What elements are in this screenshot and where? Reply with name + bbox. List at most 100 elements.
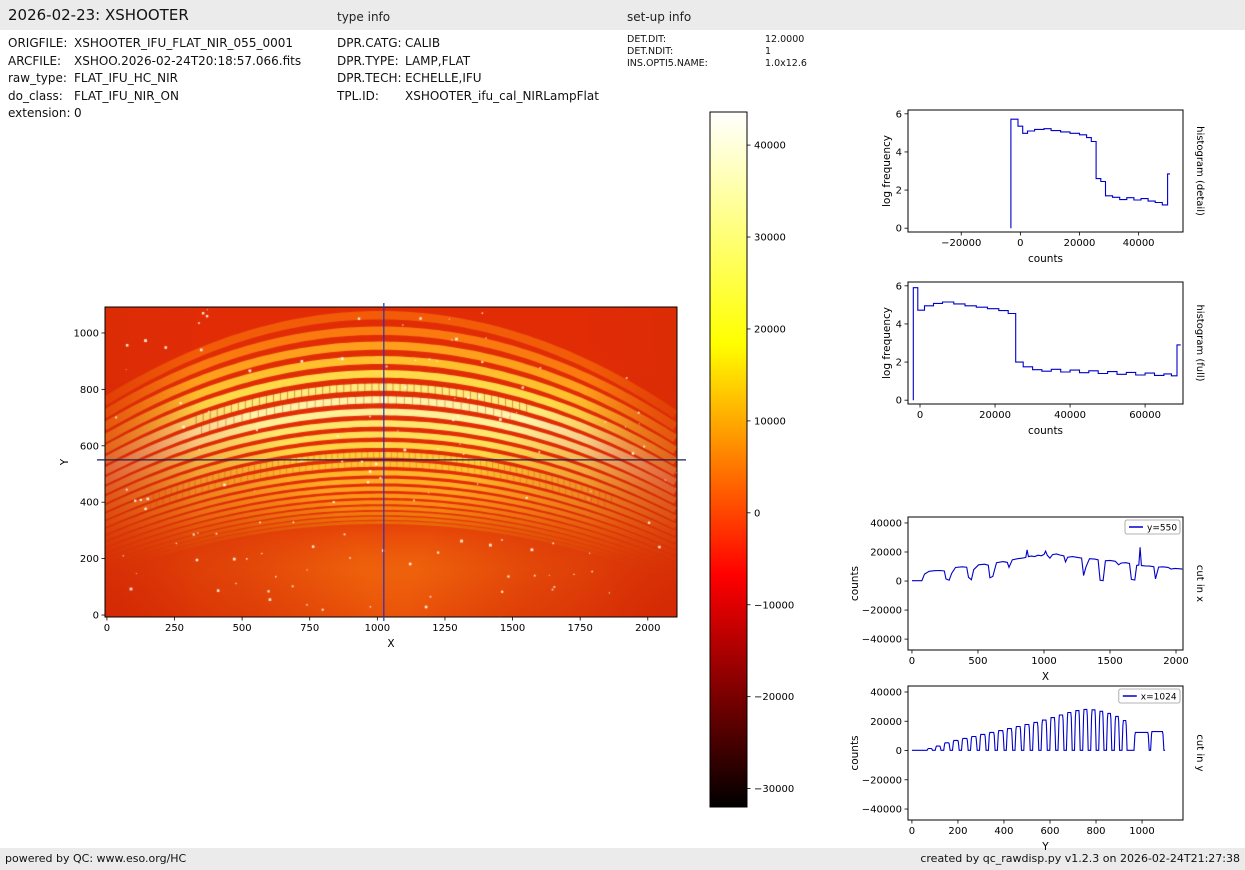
- field-value: FLAT_IFU_HC_NIR: [74, 70, 178, 88]
- y-tick-label: −40000: [862, 635, 902, 646]
- y-tick-label: 0: [896, 746, 902, 757]
- file-info-row: ORIGFILE:XSHOOTER_IFU_FLAT_NIR_055_0001: [8, 35, 301, 53]
- y-tick-label: −40000: [862, 805, 902, 816]
- x-tick-label: 250: [165, 623, 184, 634]
- y-tick-label: 40000: [870, 687, 902, 698]
- y-tick-label: 4: [896, 319, 902, 330]
- field-label: DPR.CATG:: [337, 35, 405, 53]
- colorbar-tick-label: 30000: [754, 233, 786, 244]
- type-info-row: DPR.TYPE:LAMP,FLAT: [337, 53, 599, 71]
- field-value: FLAT_IFU_NIR_ON: [74, 88, 179, 106]
- setup-info-block: DET.DIT:12.0000 DET.NDIT:1 INS.OPTI5.NAM…: [627, 34, 807, 70]
- plot-frame: [908, 282, 1183, 404]
- y-tick-label: 20000: [870, 547, 902, 558]
- legend: [1125, 520, 1180, 534]
- file-info-row: ARCFILE:XSHOO.2026-02-24T20:18:57.066.fi…: [8, 53, 301, 71]
- colorbar-tick-label: −10000: [754, 600, 794, 611]
- x-axis-label: counts: [1028, 253, 1063, 265]
- x-tick-label: 1250: [432, 623, 457, 634]
- x-tick-label: 0: [1017, 238, 1023, 249]
- plot-frame: [908, 517, 1183, 650]
- field-label: INS.OPTI5.NAME:: [627, 58, 765, 70]
- type-info-row: DPR.CATG:CALIB: [337, 35, 599, 53]
- cut-in-x-panel: [855, 508, 1210, 688]
- right-axis-label: cut in x: [1194, 565, 1205, 602]
- y-axis-label: log frequency: [881, 135, 893, 207]
- x-tick-label: −20000: [941, 238, 981, 249]
- field-label: ARCFILE:: [8, 53, 74, 71]
- colorbar-panel: [705, 105, 805, 815]
- x-tick-label: 600: [1040, 826, 1059, 837]
- y-axis-label: Y: [59, 458, 71, 466]
- colorbar-tick-label: 40000: [754, 141, 786, 152]
- x-tick-label: 60000: [1129, 410, 1161, 421]
- field-value: ECHELLE,IFU: [405, 70, 482, 88]
- colorbar-tick-label: 20000: [754, 324, 786, 335]
- y-axis-label: log frequency: [881, 307, 893, 379]
- type-info-row: TPL.ID:XSHOOTER_ifu_cal_NIRLampFlat: [337, 88, 599, 106]
- field-value: XSHOO.2026-02-24T20:18:57.066.fits: [74, 53, 301, 71]
- right-axis-label: histogram (full): [1194, 304, 1205, 381]
- legend-label: y=550: [1147, 524, 1177, 534]
- colorbar-tick-label: −20000: [754, 692, 794, 703]
- file-info-row: extension:0: [8, 105, 301, 123]
- legend: [1119, 689, 1180, 703]
- x-tick-label: 800: [1086, 826, 1105, 837]
- x-tick-label: 400: [994, 826, 1013, 837]
- right-axis-label: cut in y: [1194, 734, 1205, 771]
- file-info-block: ORIGFILE:XSHOOTER_IFU_FLAT_NIR_055_0001 …: [8, 35, 301, 123]
- setup-info-row: DET.NDIT:1: [627, 46, 807, 58]
- file-info-row: raw_type:FLAT_IFU_HC_NIR: [8, 70, 301, 88]
- field-label: TPL.ID:: [337, 88, 405, 106]
- x-tick-label: 1000: [1129, 826, 1154, 837]
- x-tick-label: 0: [104, 623, 110, 634]
- footer-created-by: created by qc_rawdisp.py v1.2.3 on 2026-…: [920, 848, 1240, 870]
- y-tick-label: 0: [896, 224, 902, 235]
- x-tick-label: 1500: [1097, 656, 1122, 667]
- field-label: DPR.TYPE:: [337, 53, 405, 71]
- type-info-block: DPR.CATG:CALIB DPR.TYPE:LAMP,FLAT DPR.TE…: [337, 35, 599, 105]
- series-line: [912, 709, 1165, 750]
- x-tick-label: 2000: [635, 623, 660, 634]
- x-tick-label: 1000: [365, 623, 390, 634]
- field-value: XSHOOTER_IFU_FLAT_NIR_055_0001: [74, 35, 293, 53]
- y-tick-label: −20000: [862, 775, 902, 786]
- colorbar-tick-label: 10000: [754, 416, 786, 427]
- field-value: 12.0000: [765, 34, 804, 46]
- x-tick-label: 1000: [1031, 656, 1056, 667]
- field-label: raw_type:: [8, 70, 74, 88]
- field-value: LAMP,FLAT: [405, 53, 470, 71]
- y-tick-label: 0: [896, 577, 902, 588]
- y-tick-label: 200: [80, 554, 99, 565]
- x-tick-label: 0: [909, 826, 915, 837]
- y-axis-label: counts: [849, 566, 861, 601]
- series-line: [913, 288, 1180, 401]
- y-tick-label: 6: [896, 109, 902, 120]
- x-tick-label: 20000: [979, 410, 1011, 421]
- x-tick-label: 20000: [1064, 238, 1096, 249]
- field-label: do_class:: [8, 88, 74, 106]
- x-tick-label: 0: [917, 410, 923, 421]
- field-label: extension:: [8, 105, 74, 123]
- right-axis-label: histogram (detail): [1194, 126, 1205, 216]
- plot-frame: [908, 110, 1183, 232]
- field-label: DET.NDIT:: [627, 46, 765, 58]
- x-tick-label: 40000: [1054, 410, 1086, 421]
- x-tick-label: 1750: [567, 623, 592, 634]
- y-tick-label: 400: [80, 498, 99, 509]
- field-label: DPR.TECH:: [337, 70, 405, 88]
- field-value: XSHOOTER_ifu_cal_NIRLampFlat: [405, 88, 599, 106]
- y-tick-label: 0: [93, 611, 99, 622]
- series-line: [912, 547, 1182, 580]
- y-axis-label: counts: [849, 735, 861, 770]
- field-value: CALIB: [405, 35, 440, 53]
- field-label: ORIGFILE:: [8, 35, 74, 53]
- x-tick-label: 40000: [1123, 238, 1155, 249]
- y-tick-label: 600: [80, 441, 99, 452]
- colorbar-gradient: [710, 112, 747, 807]
- y-tick-label: 800: [80, 385, 99, 396]
- field-value: 1.0x12.6: [765, 58, 807, 70]
- y-tick-label: 0: [896, 396, 902, 407]
- setup-info-row: INS.OPTI5.NAME:1.0x12.6: [627, 58, 807, 70]
- histogram-detail-panel: [865, 100, 1210, 275]
